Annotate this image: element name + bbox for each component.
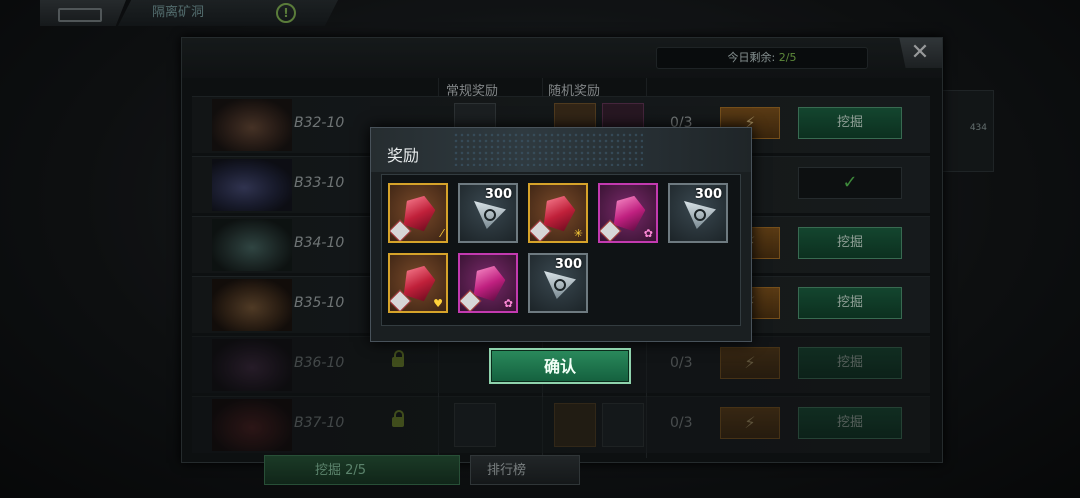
item-subtype-icon: ♥ — [433, 297, 443, 310]
item-subtype-icon: ✳ — [573, 227, 583, 240]
triangle-token-icon — [544, 271, 576, 299]
reward-item-triangle[interactable]: 300 — [528, 253, 588, 313]
reward-item-triangle[interactable]: 300 — [458, 183, 518, 243]
reward-item-gem[interactable]: ⁄ — [388, 183, 448, 243]
reward-item-triangle[interactable]: 300 — [668, 183, 728, 243]
item-subtype-icon: ✿ — [503, 297, 513, 310]
reward-item-gem[interactable]: ✿ — [598, 183, 658, 243]
item-quantity: 300 — [554, 257, 582, 272]
reward-popup: 奖励 ⁄ 300 ✳ ✿ 300 ♥ ✿ 300 — [370, 127, 752, 342]
item-subtype-icon: ✿ — [643, 227, 653, 240]
popup-header: 奖励 — [371, 128, 751, 172]
item-subtype-icon: ⁄ — [441, 227, 443, 240]
triangle-token-icon — [684, 201, 716, 229]
popup-title: 奖励 — [387, 146, 420, 165]
confirm-button[interactable]: 确认 — [489, 348, 631, 384]
header-decoration — [453, 132, 643, 166]
triangle-token-icon — [474, 201, 506, 229]
reward-item-gem[interactable]: ✿ — [458, 253, 518, 313]
reward-item-gem[interactable]: ✳ — [528, 183, 588, 243]
reward-grid: ⁄ 300 ✳ ✿ 300 ♥ ✿ 300 — [381, 174, 741, 326]
item-quantity: 300 — [694, 187, 722, 202]
item-quantity: 300 — [484, 187, 512, 202]
reward-item-gem[interactable]: ♥ — [388, 253, 448, 313]
